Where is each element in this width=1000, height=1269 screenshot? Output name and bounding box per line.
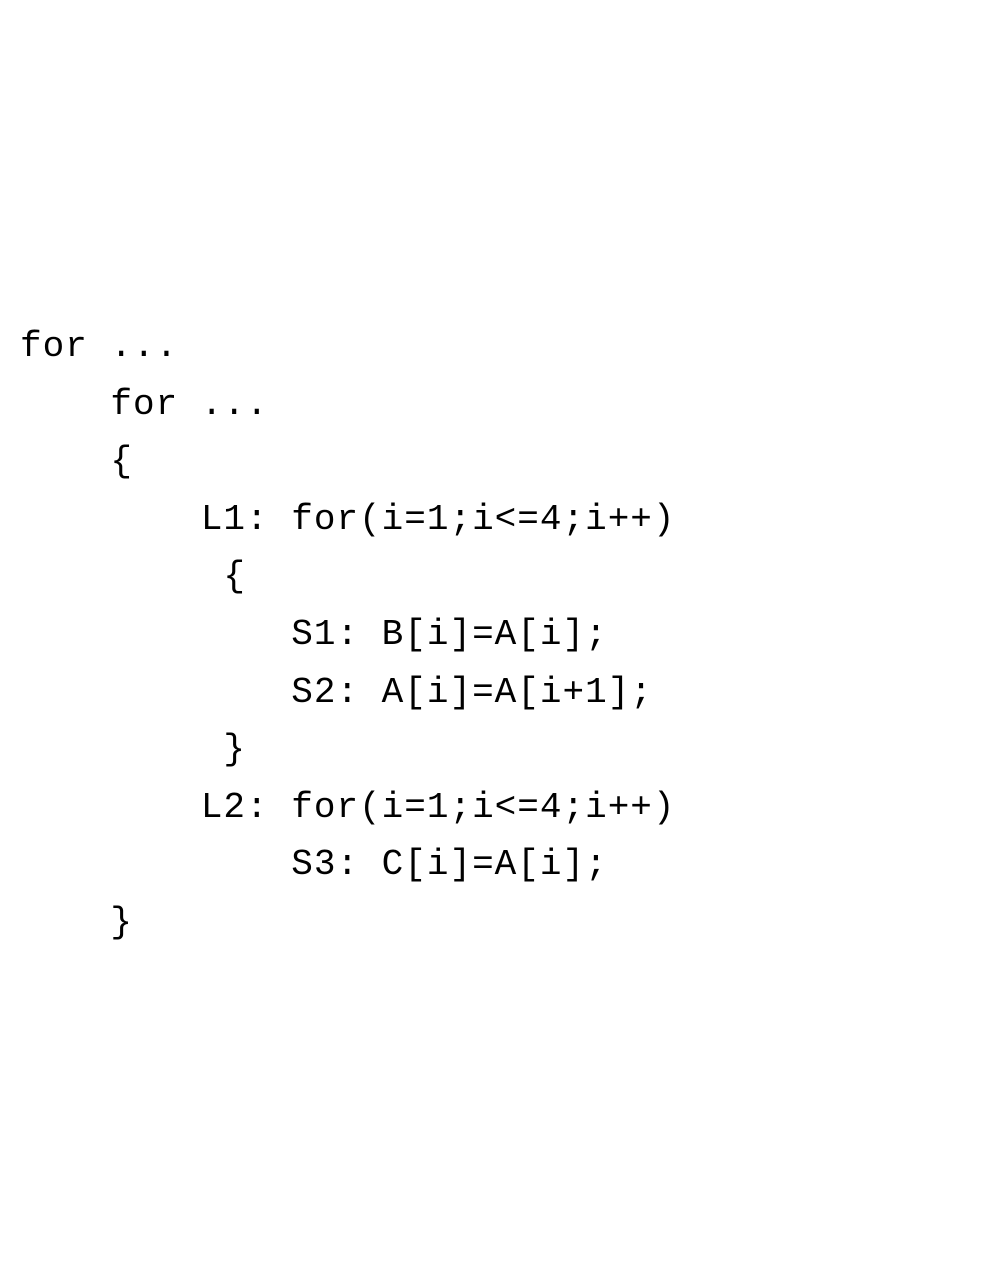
code-line-11: } <box>20 902 133 943</box>
code-line-10: S3: C[i]=A[i]; <box>20 844 608 885</box>
code-line-6: S1: B[i]=A[i]; <box>20 614 608 655</box>
code-line-7: S2: A[i]=A[i+1]; <box>20 672 653 713</box>
code-line-9: L2: for(i=1;i<=4;i++) <box>20 787 676 828</box>
code-line-3: { <box>20 441 133 482</box>
code-line-1: for ... <box>20 326 178 367</box>
code-line-8: } <box>20 729 246 770</box>
code-snippet: for ... for ... { L1: for(i=1;i<=4;i++) … <box>20 260 980 951</box>
code-line-5: { <box>20 556 246 597</box>
code-line-4: L1: for(i=1;i<=4;i++) <box>20 499 676 540</box>
code-line-2: for ... <box>20 384 269 425</box>
